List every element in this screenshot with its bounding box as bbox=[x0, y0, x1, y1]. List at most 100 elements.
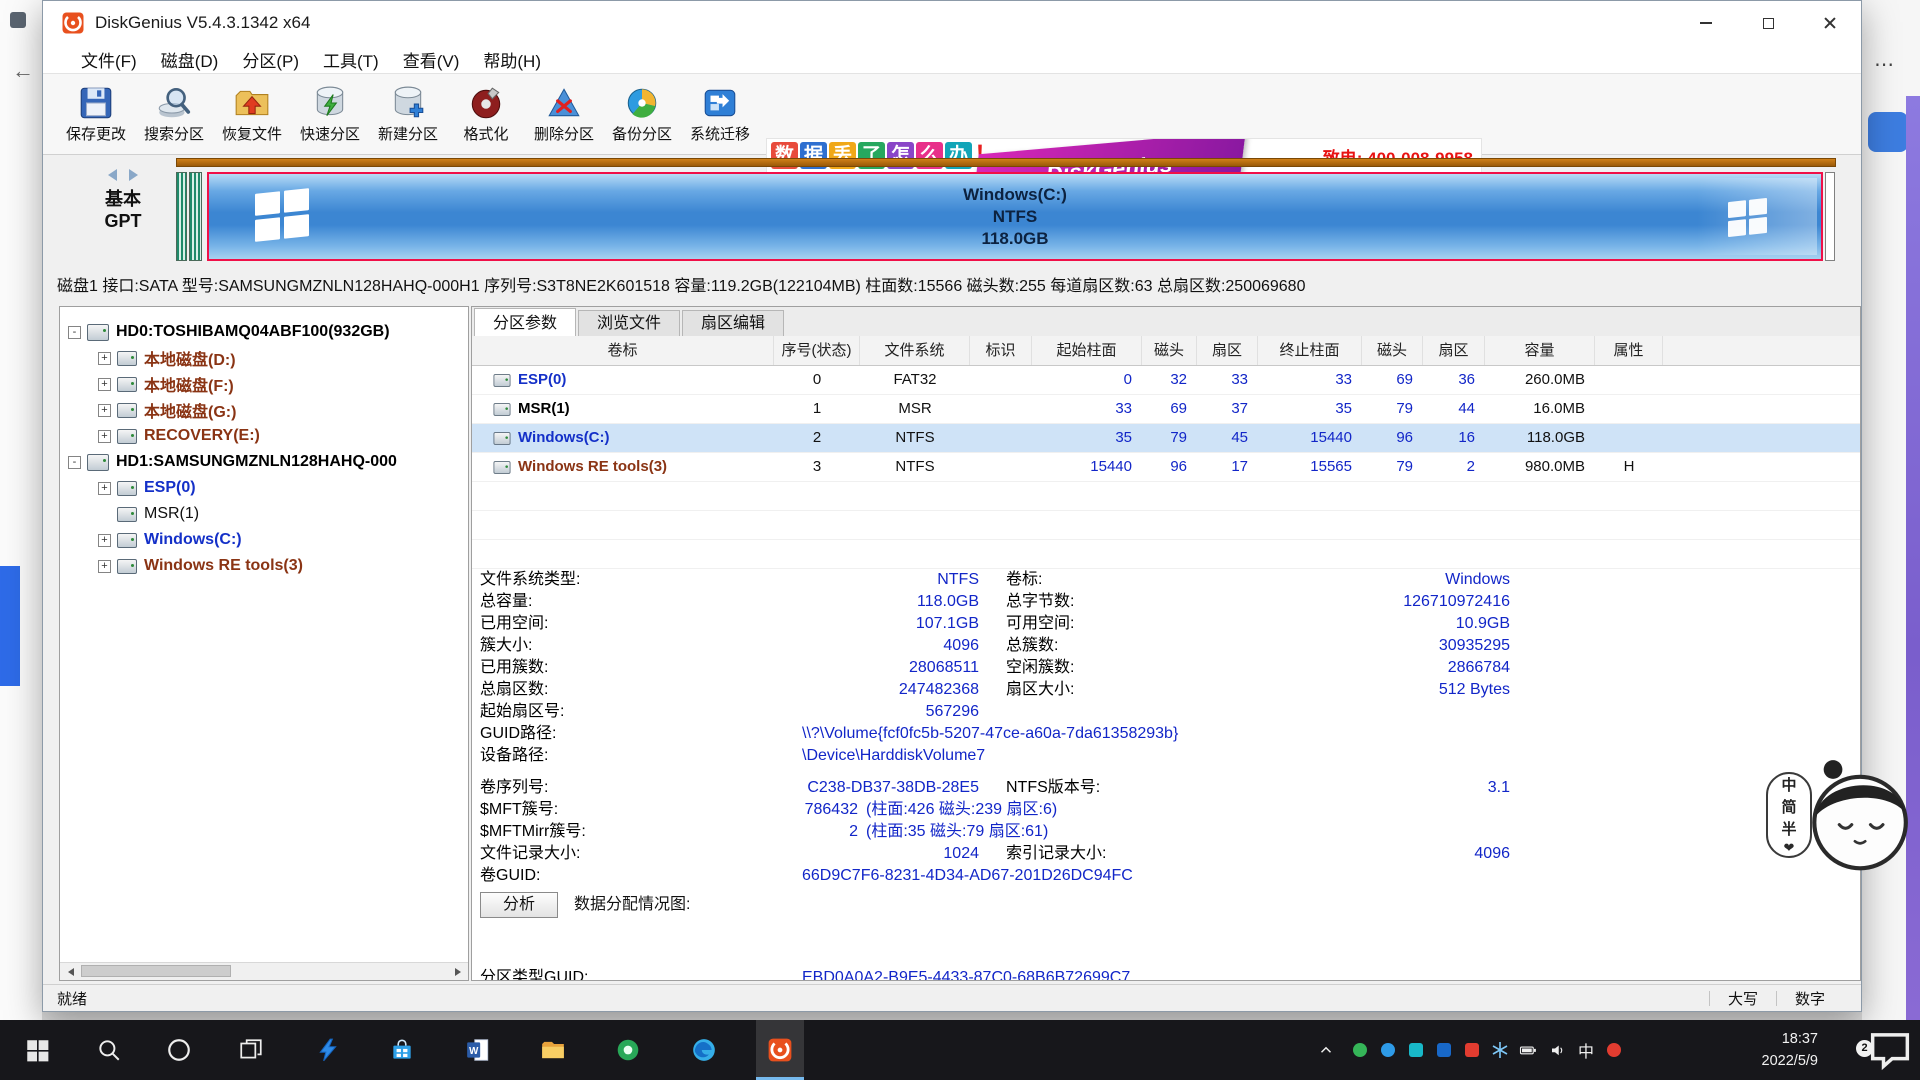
expand-toggle-icon[interactable]: - bbox=[68, 326, 81, 339]
partition-segment-windows-c[interactable]: Windows(C:) NTFS 118.0GB bbox=[207, 172, 1823, 261]
tree-item[interactable]: - HD0:TOSHIBAMQ04ABF100(932GB) bbox=[60, 319, 468, 345]
taskbar-app-word[interactable]: W bbox=[454, 1020, 502, 1080]
menu-item[interactable]: 分区(P) bbox=[230, 47, 311, 72]
column-header[interactable]: 卷标 bbox=[472, 336, 774, 365]
tray-volume[interactable] bbox=[1544, 1020, 1572, 1080]
tray-icon-red[interactable] bbox=[1458, 1020, 1486, 1080]
expand-toggle-icon[interactable]: + bbox=[98, 378, 111, 391]
delete-partition-button[interactable]: 删除分区 bbox=[525, 77, 603, 151]
empty-table-row bbox=[472, 482, 1860, 511]
column-header[interactable]: 标识 bbox=[970, 336, 1032, 365]
tab[interactable]: 浏览文件 bbox=[578, 310, 680, 336]
ime-status-widget[interactable]: 中 简 半 ❤ bbox=[1766, 756, 1910, 874]
new-partition-button[interactable]: 新建分区 bbox=[369, 77, 447, 151]
expand-toggle-icon[interactable]: + bbox=[98, 482, 111, 495]
system-migration-button[interactable]: 系统迁移 bbox=[681, 77, 759, 151]
partition-segment-re-tools[interactable] bbox=[1825, 172, 1835, 261]
menu-item[interactable]: 磁盘(D) bbox=[149, 47, 231, 72]
analyze-button[interactable]: 分析 bbox=[480, 892, 558, 918]
column-header[interactable]: 容量 bbox=[1485, 336, 1595, 365]
tree-item-label: RECOVERY(E:) bbox=[144, 427, 260, 445]
prev-disk-icon[interactable] bbox=[102, 169, 117, 181]
status-ready-label: 就绪 bbox=[57, 988, 87, 1009]
column-header[interactable]: 文件系统 bbox=[860, 336, 970, 365]
taskbar-app-edge[interactable] bbox=[680, 1020, 728, 1080]
table-row[interactable]: MSR(1) 1 MSR 33 69 37 35 79 44 16.0MB bbox=[472, 395, 1860, 424]
tray-icon-snowflake[interactable] bbox=[1486, 1020, 1514, 1080]
taskbar-app-store[interactable] bbox=[378, 1020, 426, 1080]
start-button[interactable] bbox=[13, 1020, 61, 1080]
tray-icon-green[interactable] bbox=[1346, 1020, 1374, 1080]
expand-toggle-icon[interactable]: + bbox=[98, 534, 111, 547]
menu-item[interactable]: 帮助(H) bbox=[471, 47, 553, 72]
column-header[interactable]: 属性 bbox=[1595, 336, 1663, 365]
column-header[interactable]: 扇区 bbox=[1423, 336, 1485, 365]
partition-segment-msr[interactable] bbox=[189, 172, 202, 261]
allocation-map-label: 数据分配情况图: bbox=[574, 892, 690, 918]
scroll-right-icon[interactable] bbox=[451, 963, 468, 980]
table-row[interactable]: Windows(C:) 2 NTFS 35 79 45 15440 96 16 … bbox=[472, 424, 1860, 453]
save-changes-button[interactable]: 保存更改 bbox=[57, 77, 135, 151]
tree-item[interactable]: + RECOVERY(E:) bbox=[60, 423, 468, 449]
column-header[interactable]: 磁头 bbox=[1142, 336, 1197, 365]
column-header[interactable]: 磁头 bbox=[1362, 336, 1423, 365]
tree-item[interactable]: MSR(1) bbox=[60, 501, 468, 527]
task-view-button[interactable] bbox=[227, 1020, 275, 1080]
menu-item[interactable]: 查看(V) bbox=[391, 47, 472, 72]
quick-partition-button[interactable]: 快速分区 bbox=[291, 77, 369, 151]
tree-item[interactable]: + Windows RE tools(3) bbox=[60, 553, 468, 579]
detail-value: 2 bbox=[712, 821, 858, 843]
tree-item[interactable]: + 本地磁盘(F:) bbox=[60, 371, 468, 397]
tab[interactable]: 分区参数 bbox=[474, 308, 576, 337]
expand-toggle-icon[interactable]: + bbox=[98, 352, 111, 365]
taskbar-app-diskgenius[interactable] bbox=[756, 1020, 804, 1080]
maximize-button[interactable] bbox=[1737, 1, 1799, 45]
tray-battery[interactable] bbox=[1514, 1020, 1542, 1080]
scrollbar-track[interactable] bbox=[77, 963, 451, 980]
taskbar-clock[interactable]: 18:37 2022/5/9 bbox=[1658, 1028, 1818, 1072]
scrollbar-thumb[interactable] bbox=[81, 965, 231, 977]
taskbar-app-browser-green[interactable] bbox=[604, 1020, 652, 1080]
menu-item[interactable]: 工具(T) bbox=[311, 47, 391, 72]
column-header[interactable]: 扇区 bbox=[1197, 336, 1258, 365]
search-partition-button[interactable]: 搜索分区 bbox=[135, 77, 213, 151]
tray-icon-blue[interactable] bbox=[1374, 1020, 1402, 1080]
recover-files-button[interactable]: 恢复文件 bbox=[213, 77, 291, 151]
table-row[interactable]: ESP(0) 0 FAT32 0 32 33 33 69 36 260.0MB bbox=[472, 366, 1860, 395]
column-header[interactable]: 终止柱面 bbox=[1258, 336, 1362, 365]
tray-icon-teal[interactable] bbox=[1402, 1020, 1430, 1080]
scroll-left-icon[interactable] bbox=[60, 963, 77, 980]
taskbar-app-lightning[interactable] bbox=[304, 1020, 352, 1080]
next-disk-icon[interactable] bbox=[129, 169, 144, 181]
tree-horizontal-scrollbar[interactable] bbox=[60, 962, 468, 980]
snowflake-icon bbox=[1491, 1041, 1509, 1059]
expand-toggle-icon[interactable]: + bbox=[98, 430, 111, 443]
table-row[interactable]: Windows RE tools(3) 3 NTFS 15440 96 17 1… bbox=[472, 453, 1860, 482]
tree-item[interactable]: - HD1:SAMSUNGMZNLN128HAHQ-000 bbox=[60, 449, 468, 475]
tree-item[interactable]: + 本地磁盘(G:) bbox=[60, 397, 468, 423]
minimize-button[interactable] bbox=[1675, 1, 1737, 45]
tray-icon-red2[interactable] bbox=[1600, 1020, 1628, 1080]
ime-indicator[interactable]: 中 bbox=[1572, 1020, 1600, 1080]
column-header[interactable]: 起始柱面 bbox=[1032, 336, 1142, 365]
cortana-button[interactable] bbox=[155, 1020, 203, 1080]
tree-item[interactable]: + Windows(C:) bbox=[60, 527, 468, 553]
tree-item[interactable]: + ESP(0) bbox=[60, 475, 468, 501]
expand-toggle-icon[interactable]: - bbox=[68, 456, 81, 469]
format-button[interactable]: 格式化 bbox=[447, 77, 525, 151]
expand-toggle-icon[interactable]: + bbox=[98, 404, 111, 417]
taskbar-search-button[interactable] bbox=[85, 1020, 133, 1080]
tab[interactable]: 扇区编辑 bbox=[682, 310, 784, 336]
expand-toggle-icon[interactable]: + bbox=[98, 560, 111, 573]
partition-segment-esp[interactable] bbox=[176, 172, 187, 261]
menu-item[interactable]: 文件(F) bbox=[69, 47, 149, 72]
backup-partition-button[interactable]: 备份分区 bbox=[603, 77, 681, 151]
tree-item[interactable]: + 本地磁盘(D:) bbox=[60, 345, 468, 371]
tray-expand-button[interactable] bbox=[1312, 1020, 1340, 1080]
close-button[interactable] bbox=[1799, 1, 1861, 45]
column-header[interactable]: 序号(状态) bbox=[774, 336, 860, 365]
taskbar-app-explorer[interactable] bbox=[529, 1020, 577, 1080]
detail-label: 已用空间: bbox=[480, 613, 548, 635]
tray-icon-bluesquare[interactable] bbox=[1430, 1020, 1458, 1080]
detail-label: 起始扇区号: bbox=[480, 701, 564, 723]
